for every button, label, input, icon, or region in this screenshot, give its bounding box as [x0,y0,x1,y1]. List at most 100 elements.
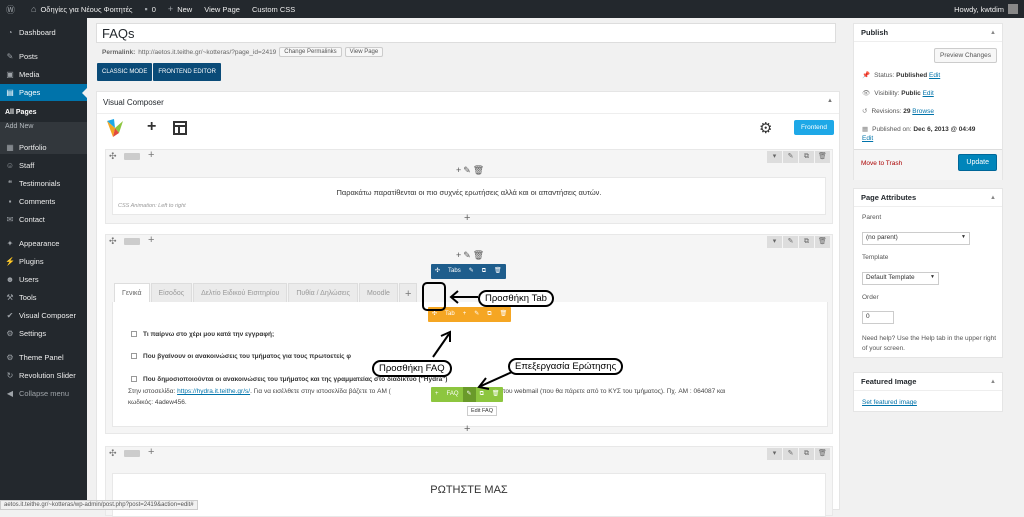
menu-plugins[interactable]: ⚡ Plugins [0,253,87,270]
menu-theme-panel[interactable]: ⚙ Theme Panel [0,349,87,366]
menu-visual-composer[interactable]: ✔ Visual Composer [0,307,87,324]
view-page-button[interactable]: View Page [344,47,384,57]
tab-delete-icon[interactable]: 🗑 [496,307,512,322]
submenu-all-pages[interactable]: All Pages [0,106,87,119]
new-content-link[interactable]: + New [162,0,198,18]
menu-portfolio[interactable]: ▦ Portfolio [0,139,87,156]
add-tab-button[interactable]: + [398,283,418,303]
faq-item-1[interactable]: Τι παίρνω στο χέρι μου κατά την εγγραφή; [131,331,274,338]
menu-media[interactable]: ▣ Media [0,66,87,83]
edit-icon[interactable]: ✎ [783,236,798,248]
menu-pages[interactable]: ▤ Pages [0,84,87,101]
post-title-input[interactable]: FAQs [96,23,836,43]
classic-mode-button[interactable]: CLASSIC MODE [97,63,153,81]
edit-icon[interactable]: ✎ [783,448,798,460]
wp-logo-button[interactable]: Ⓦ [0,0,25,18]
add-element-plus-icon[interactable]: + [464,212,470,224]
edit-icon[interactable]: ✎ [783,151,798,163]
menu-collapse[interactable]: ◀ Collapse menu [0,385,87,402]
frontend-button[interactable]: Frontend [794,120,835,135]
menu-testimonials[interactable]: ❝ Testimonials [0,175,87,192]
faq-edit-icon[interactable]: ✎ [462,387,476,402]
menu-appearance[interactable]: ✦ Appearance [0,235,87,252]
add-column-icon[interactable]: + [148,234,154,246]
hydra-link[interactable]: https://hydra.it.teithe.gr/s/ [177,388,250,395]
tab-pythia[interactable]: Πυθία / Δηλώσεις [288,283,358,303]
faq-add-icon[interactable]: + [431,387,443,402]
site-name-link[interactable]: ⌂ Οδηγίες για Νέους Φοιτητές [25,0,139,18]
browse-revisions-link[interactable]: Browse [912,108,934,115]
text-block[interactable]: Παρακάτω παρατίθενται οι πιο συχνές ερωτ… [112,177,826,215]
toggle-icon[interactable]: ▾ [767,448,782,460]
menu-posts[interactable]: ✎ Posts [0,48,87,65]
add-column-icon[interactable]: + [148,149,154,161]
howdy-user-menu[interactable]: Howdy, kwtdim [948,0,1024,18]
parent-select[interactable]: (no parent) ▼ [862,232,970,245]
edit-date-link[interactable]: Edit [862,135,873,142]
order-input[interactable]: 0 [862,311,894,324]
faq-item-3[interactable]: Που δημοσιοποιούνται οι ανακοινώσεις του… [131,376,447,383]
tabs-move-icon[interactable]: ✣ [431,264,444,279]
faq-item-2[interactable]: Που βγαίνουν οι ανακοινώσεις του τμήματο… [131,353,351,360]
edit-status-link[interactable]: Edit [929,72,940,79]
toggle-icon[interactable]: ▾ [767,151,782,163]
add-element-plus-icon[interactable]: + [464,423,470,435]
clone-icon[interactable]: ⧉ [799,236,814,248]
heading-block[interactable]: ΡΩΤΗΣΤΕ ΜΑΣ [112,473,826,517]
tab-clone-icon[interactable]: ⧉ [483,307,495,322]
tab-student-pass[interactable]: Δελτίο Ειδικού Εισιτηρίου [193,283,288,303]
template-select[interactable]: Default Template ▼ [862,272,939,285]
add-element-icon[interactable]: + [147,118,156,136]
add-column-icon[interactable]: + [148,446,154,458]
menu-comments[interactable]: ▪ Comments [0,193,87,210]
collapse-arrow-icon[interactable]: ▲ [827,98,833,104]
settings-gear-icon[interactable]: ⚙ [759,119,772,137]
collapse-arrow-icon[interactable]: ▲ [990,189,996,207]
menu-revolution-slider[interactable]: ↻ Revolution Slider [0,367,87,384]
frontend-editor-button[interactable]: FRONTEND EDITOR [153,63,221,81]
view-page-link[interactable]: View Page [198,0,246,18]
submenu-add-new[interactable]: Add New [0,120,87,133]
column-controls[interactable]: +✎🗑 [456,250,486,261]
move-icon[interactable]: ✣ [109,151,117,162]
menu-users[interactable]: ☻ Users [0,271,87,288]
permalink-url[interactable]: http://aetos.it.teithe.gr/~kotteras/?pag… [138,49,276,56]
column-controls[interactable]: +✎🗑 [456,165,486,176]
change-permalinks-button[interactable]: Change Permalinks [279,47,342,57]
tab-entrance[interactable]: Είσοδος [150,283,193,303]
toggle-icon[interactable]: ▾ [767,236,782,248]
edit-visibility-link[interactable]: Edit [923,90,934,97]
tabs-clone-icon[interactable]: ⧉ [478,264,490,279]
menu-settings[interactable]: ⚙ Settings [0,325,87,342]
tab-add-icon[interactable]: + [459,307,471,322]
move-icon[interactable]: ✣ [109,448,117,459]
tab-moodle[interactable]: Moodle [358,283,398,303]
tabs-delete-icon[interactable]: 🗑 [490,264,506,279]
faq-delete-icon[interactable]: 🗑 [488,387,504,402]
set-featured-image-link[interactable]: Set featured image [862,399,917,406]
columns-icon[interactable] [124,238,140,245]
menu-tools[interactable]: ⚒ Tools [0,289,87,306]
delete-icon[interactable]: 🗑 [815,448,830,460]
delete-icon[interactable]: 🗑 [815,236,830,248]
columns-icon[interactable] [124,153,140,160]
menu-dashboard[interactable]: ◔ Dashboard [0,24,87,41]
comments-link[interactable]: ▪ 0 [139,0,162,18]
clone-icon[interactable]: ⧉ [799,151,814,163]
update-button[interactable]: Update [958,154,997,171]
tabs-edit-icon[interactable]: ✎ [465,264,478,279]
columns-icon[interactable] [124,450,140,457]
menu-staff[interactable]: ☺ Staff [0,157,87,174]
move-to-trash-link[interactable]: Move to Trash [861,160,902,167]
faq-clone-icon[interactable]: ⧉ [476,387,488,402]
tab-edit-icon[interactable]: ✎ [470,307,483,322]
move-icon[interactable]: ✣ [109,236,117,247]
templates-icon[interactable] [173,121,187,135]
tab-general[interactable]: Γενικά [114,283,150,303]
collapse-arrow-icon[interactable]: ▲ [990,24,996,42]
custom-css-link[interactable]: Custom CSS [246,0,301,18]
preview-changes-button[interactable]: Preview Changes [934,48,997,63]
clone-icon[interactable]: ⧉ [799,448,814,460]
menu-contact[interactable]: ✉ Contact [0,211,87,228]
tab-move-icon[interactable]: ✣ [428,307,441,322]
